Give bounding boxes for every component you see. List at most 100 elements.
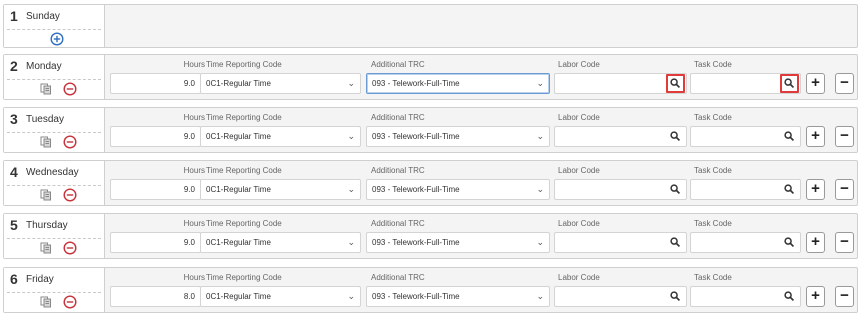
remove-row-icon[interactable] [63,135,77,149]
trc-label: Time Reporting Code [206,60,282,69]
additional-trc-label: Additional TRC [371,113,425,122]
divider [7,132,101,133]
add-line-button[interactable]: + [806,232,825,253]
labor-code-search-icon[interactable] [668,235,683,250]
chevron-down-icon: ⌄ [536,131,544,141]
chevron-down-icon: ⌄ [347,184,355,194]
day-name: Monday [26,61,62,72]
labor-code-input[interactable] [554,286,687,307]
hours-input[interactable]: 9.0 [110,73,201,94]
task-code-search-icon[interactable] [782,235,797,250]
remove-row-icon[interactable] [63,295,77,309]
additional-trc-select[interactable]: 093 - Telework-Full-Time ⌄ [366,286,550,307]
additional-trc-select-value: 093 - Telework-Full-Time [372,238,460,247]
remove-row-icon[interactable] [63,188,77,202]
task-code-input[interactable] [690,179,801,200]
day-name: Sunday [26,11,60,22]
delete-line-button[interactable]: − [835,232,854,253]
add-line-button[interactable]: + [806,73,825,94]
additional-trc-select[interactable]: 093 - Telework-Full-Time ⌄ [366,126,550,147]
copy-icon[interactable] [40,136,52,148]
labor-code-label: Labor Code [558,60,600,69]
task-code-input[interactable] [690,286,801,307]
day-number: 6 [10,271,18,287]
day-cell: 5 Thursday [4,214,105,258]
delete-line-button[interactable]: − [835,179,854,200]
divider [7,238,101,239]
day-row-friday: 6 Friday Hours Time Reporting Code Addit… [3,267,858,313]
hours-input[interactable]: 8.0 [110,286,201,307]
hours-label: Hours [183,60,205,69]
additional-trc-select[interactable]: 093 - Telework-Full-Time ⌄ [366,73,550,94]
copy-icon[interactable] [40,189,52,201]
remove-row-icon[interactable] [63,82,77,96]
hours-input[interactable]: 9.0 [110,126,201,147]
hours-label: Hours [183,113,205,122]
hours-label: Hours [183,219,205,228]
task-code-search-icon[interactable] [782,129,797,144]
trc-select[interactable]: 0C1-Regular Time ⌄ [200,232,361,253]
day-name: Wednesday [26,167,79,178]
day-row-thursday: 5 Thursday Hours Time Reporting Code Add… [3,213,858,259]
copy-icon[interactable] [40,83,52,95]
labor-code-label: Labor Code [558,113,600,122]
task-code-input[interactable] [690,232,801,253]
trc-select[interactable]: 0C1-Regular Time ⌄ [200,126,361,147]
labor-code-input[interactable] [554,126,687,147]
day-number: 2 [10,58,18,74]
labor-code-input[interactable] [554,232,687,253]
labor-code-search-icon[interactable] [668,289,683,304]
day-name: Tuesday [26,114,64,125]
trc-select[interactable]: 0C1-Regular Time ⌄ [200,73,361,94]
trc-label: Time Reporting Code [206,113,282,122]
additional-trc-label: Additional TRC [371,219,425,228]
hours-input[interactable]: 9.0 [110,232,201,253]
day-number: 4 [10,164,18,180]
labor-code-input[interactable] [554,73,687,94]
task-code-search-icon[interactable] [782,289,797,304]
labor-code-label: Labor Code [558,166,600,175]
trc-select-value: 0C1-Regular Time [206,292,271,301]
task-code-label: Task Code [694,219,732,228]
trc-select[interactable]: 0C1-Regular Time ⌄ [200,179,361,200]
day-number: 3 [10,111,18,127]
chevron-down-icon: ⌄ [536,78,544,88]
delete-line-button[interactable]: − [835,126,854,147]
trc-select-value: 0C1-Regular Time [206,79,271,88]
trc-select-value: 0C1-Regular Time [206,238,271,247]
labor-code-search-icon[interactable] [668,182,683,197]
additional-trc-label: Additional TRC [371,166,425,175]
trc-label: Time Reporting Code [206,273,282,282]
copy-icon[interactable] [40,242,52,254]
add-line-button[interactable]: + [806,179,825,200]
hours-input[interactable]: 9.0 [110,179,201,200]
labor-code-search-icon[interactable] [666,74,685,93]
copy-icon[interactable] [40,296,52,308]
add-line-button[interactable]: + [806,286,825,307]
task-code-search-icon[interactable] [782,182,797,197]
divider [7,79,101,80]
add-row-icon[interactable] [50,32,64,46]
trc-label: Time Reporting Code [206,219,282,228]
chevron-down-icon: ⌄ [536,237,544,247]
trc-select-value: 0C1-Regular Time [206,132,271,141]
add-line-button[interactable]: + [806,126,825,147]
remove-row-icon[interactable] [63,241,77,255]
additional-trc-select[interactable]: 093 - Telework-Full-Time ⌄ [366,232,550,253]
task-code-search-icon[interactable] [780,74,799,93]
trc-select[interactable]: 0C1-Regular Time ⌄ [200,286,361,307]
chevron-down-icon: ⌄ [536,291,544,301]
labor-code-search-icon[interactable] [668,129,683,144]
task-code-input[interactable] [690,73,801,94]
trc-label: Time Reporting Code [206,166,282,175]
task-code-label: Task Code [694,273,732,282]
delete-line-button[interactable]: − [835,73,854,94]
additional-trc-label: Additional TRC [371,273,425,282]
additional-trc-select[interactable]: 093 - Telework-Full-Time ⌄ [366,179,550,200]
day-cell: 1 Sunday [4,5,105,47]
task-code-input[interactable] [690,126,801,147]
delete-line-button[interactable]: − [835,286,854,307]
additional-trc-select-value: 093 - Telework-Full-Time [372,132,460,141]
divider [7,292,101,293]
labor-code-input[interactable] [554,179,687,200]
